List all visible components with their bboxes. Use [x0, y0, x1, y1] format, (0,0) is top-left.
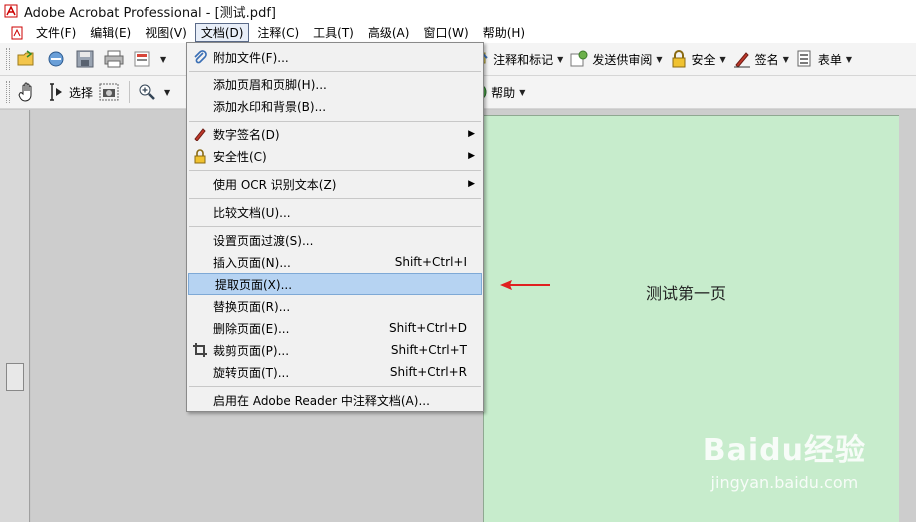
- toolbar-grip[interactable]: [6, 48, 10, 70]
- menu-help[interactable]: 帮助(H): [477, 23, 531, 42]
- paperclip-icon: [192, 49, 208, 65]
- watermark: Baidu经验 jingyan.baidu.com: [703, 425, 866, 492]
- panel-resize-handle[interactable]: [6, 363, 24, 391]
- menu-item-compare-documents[interactable]: 比较文档(U)...: [187, 201, 483, 223]
- print-button[interactable]: [101, 46, 130, 72]
- toolbar-grip[interactable]: [6, 81, 10, 103]
- form-icon: [795, 49, 815, 69]
- open-button[interactable]: [14, 46, 43, 72]
- snapshot-button[interactable]: [96, 79, 125, 105]
- menu-window[interactable]: 窗口(W): [417, 23, 474, 42]
- menu-item-page-transitions[interactable]: 设置页面过渡(S)...: [187, 229, 483, 251]
- chevron-down-icon: ▼: [845, 54, 853, 64]
- chevron-down-icon: ▼: [719, 54, 726, 64]
- menu-edit[interactable]: 编辑(E): [84, 23, 137, 42]
- lock-icon: [192, 148, 208, 164]
- sign-label: 签名: [754, 52, 779, 67]
- hand-tool-button[interactable]: [14, 79, 43, 105]
- menu-file[interactable]: 文件(F): [30, 23, 82, 42]
- chevron-right-icon: ▶: [468, 179, 475, 189]
- chevron-down-icon: ▼: [519, 87, 526, 97]
- menu-item-watermark-background[interactable]: 添加水印和背景(B)...: [187, 95, 483, 117]
- select-tool-button[interactable]: 选择: [43, 79, 96, 105]
- menu-item-digital-signature[interactable]: 数字签名(D) ▶: [187, 123, 483, 145]
- zoom-button[interactable]: ▼: [134, 79, 173, 105]
- save-button[interactable]: [72, 46, 101, 72]
- chevron-down-icon: ▼: [656, 54, 663, 64]
- watermark-url: jingyan.baidu.com: [710, 473, 859, 492]
- page-content-text: 测试第一页: [646, 284, 727, 303]
- select-label: 选择: [69, 85, 94, 100]
- security-button[interactable]: 安全 ▼: [666, 46, 729, 72]
- send-review-label: 发送供审阅: [592, 52, 653, 67]
- chevron-down-icon: ▼: [557, 54, 564, 64]
- forms-label: 表单: [817, 52, 842, 67]
- menu-comments[interactable]: 注释(C): [251, 23, 305, 42]
- menu-item-crop-pages[interactable]: 裁剪页面(P)... Shift+Ctrl+T: [187, 339, 483, 361]
- organizer-button[interactable]: [43, 46, 72, 72]
- red-arrow-icon: [500, 280, 550, 290]
- watermark-logo: Baidu经验: [702, 433, 866, 468]
- menu-advanced[interactable]: 高级(A): [362, 23, 416, 42]
- acrobat-icon: [4, 4, 18, 18]
- toolbar-divider: [129, 81, 131, 103]
- chevron-right-icon: ▶: [468, 129, 475, 139]
- zoom-in-icon: [137, 82, 157, 102]
- window-title: Adobe Acrobat Professional - [测试.pdf]: [24, 5, 276, 21]
- save-icon: [75, 49, 95, 69]
- menu-item-header-footer[interactable]: 添加页眉和页脚(H)...: [187, 73, 483, 95]
- hand-icon: [17, 82, 37, 102]
- document-menu: 附加文件(F)... 添加页眉和页脚(H)... 添加水印和背景(B)... 数…: [186, 42, 484, 412]
- menu-separator: [189, 386, 481, 387]
- open-folder-icon: [17, 49, 37, 69]
- text-cursor-icon: [46, 82, 66, 102]
- pen-icon: [732, 49, 752, 69]
- lock-icon: [669, 49, 689, 69]
- chevron-right-icon: ▶: [468, 151, 475, 161]
- menu-item-rotate-pages[interactable]: 旋转页面(T)... Shift+Ctrl+R: [187, 361, 483, 383]
- menu-view[interactable]: 视图(V): [139, 23, 193, 42]
- create-pdf-button[interactable]: ▼: [130, 46, 169, 72]
- navigation-panel: [0, 110, 30, 522]
- menu-tools[interactable]: 工具(T): [307, 23, 360, 42]
- title-bar: Adobe Acrobat Professional - [测试.pdf]: [0, 0, 916, 22]
- chevron-down-icon: ▼: [782, 54, 789, 64]
- menu-item-security[interactable]: 安全性(C) ▶: [187, 145, 483, 167]
- menu-item-attach-file[interactable]: 附加文件(F)...: [187, 46, 483, 68]
- forms-button[interactable]: 表单 ▼: [792, 46, 855, 72]
- organizer-icon: [46, 49, 66, 69]
- annotate-label: 注释和标记: [493, 52, 554, 67]
- menu-item-ocr[interactable]: 使用 OCR 识别文本(Z) ▶: [187, 173, 483, 195]
- chevron-down-icon: ▼: [160, 54, 167, 64]
- menu-item-delete-pages[interactable]: 删除页面(E)... Shift+Ctrl+D: [187, 317, 483, 339]
- sign-button[interactable]: 签名 ▼: [729, 46, 792, 72]
- menu-separator: [189, 198, 481, 199]
- camera-icon: [99, 82, 119, 102]
- help-label: 帮助: [491, 85, 516, 100]
- send-review-button[interactable]: 发送供审阅 ▼: [566, 46, 665, 72]
- menu-separator: [189, 121, 481, 122]
- security-label: 安全: [691, 52, 716, 67]
- menu-item-replace-pages[interactable]: 替换页面(R)...: [187, 295, 483, 317]
- chevron-down-icon: ▼: [164, 87, 171, 97]
- document-icon: [11, 26, 23, 39]
- menu-separator: [189, 170, 481, 171]
- menu-bar: 文件(F) 编辑(E) 视图(V) 文档(D) 注释(C) 工具(T) 高级(A…: [0, 22, 916, 43]
- menu-item-enable-reader-commenting[interactable]: 启用在 Adobe Reader 中注释文档(A)...: [187, 389, 483, 411]
- create-pdf-icon: [133, 49, 153, 69]
- printer-icon: [104, 49, 124, 69]
- menu-item-extract-pages[interactable]: 提取页面(X)...: [188, 273, 482, 295]
- send-review-icon: [569, 49, 589, 69]
- menu-item-insert-pages[interactable]: 插入页面(N)... Shift+Ctrl+I: [187, 251, 483, 273]
- menu-separator: [189, 226, 481, 227]
- menu-document[interactable]: 文档(D): [194, 23, 250, 42]
- crop-icon: [192, 342, 208, 358]
- menu-separator: [189, 71, 481, 72]
- pen-icon: [192, 126, 208, 142]
